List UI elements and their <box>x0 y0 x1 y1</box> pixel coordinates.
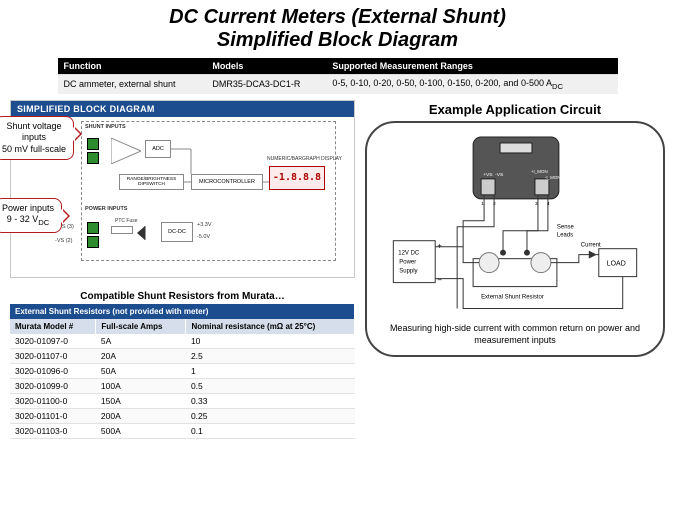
spec-h1: Function <box>58 58 207 75</box>
port-vs <box>87 222 99 234</box>
svg-text:2: 2 <box>493 201 496 207</box>
svg-text:Leads: Leads <box>557 233 573 239</box>
block-mcu: MICROCONTROLLER <box>191 174 263 190</box>
block-ptc <box>111 226 133 234</box>
page-title-2: Simplified Block Diagram <box>217 29 458 51</box>
label-shunt-inputs: SHUNT INPUTS <box>85 124 126 130</box>
callout-shunt: Shunt voltageinputs50 mV full-scale <box>0 116 74 160</box>
svg-text:−: − <box>437 275 442 284</box>
svg-text:+VS: +VS <box>483 172 493 178</box>
block-dip: RANGE/BRIGHTNESS DIPSWITCH <box>119 174 184 190</box>
shunt-table-caption: Compatible Shunt Resistors from Murata… <box>10 288 355 304</box>
spec-range: 0-5, 0-10, 0-20, 0-50, 0-100, 0-150, 0-2… <box>326 75 617 94</box>
block-dcdc: DC-DC <box>161 222 193 242</box>
shunt-th-res: Nominal resistance (mΩ at 25°C) <box>186 319 355 334</box>
shunt-th-title: External Shunt Resistors (not provided w… <box>10 304 355 319</box>
table-row: 3020-01097-05A10 <box>10 334 355 349</box>
spec-h3: Supported Measurement Ranges <box>326 58 617 75</box>
svg-text:Current: Current <box>581 242 601 248</box>
svg-text:Sense: Sense <box>557 225 575 231</box>
svg-text:4: 4 <box>547 201 550 207</box>
callout-power: Power inputs9 - 32 VDC <box>0 198 62 233</box>
shunt-th-amps: Full-scale Amps <box>96 319 186 334</box>
label-33v: +3.3V <box>197 222 212 228</box>
table-row: 3020-01103-0500A0.1 <box>10 423 355 438</box>
svg-text:-VS: -VS <box>495 172 504 178</box>
table-row: 3020-01107-020A2.5 <box>10 348 355 363</box>
app-circuit-title: Example Application Circuit <box>365 100 665 121</box>
shunt-th-model: Murata Model # <box>10 319 96 334</box>
block-adc: ADC <box>145 140 171 158</box>
label-display: NUMERIC/BARGRAPH DISPLAY <box>267 156 342 162</box>
port-imon-neg <box>87 152 99 164</box>
page-title-1: DC Current Meters (External Shunt) <box>169 6 506 28</box>
svg-text:-I_MON: -I_MON <box>545 175 561 180</box>
app-circuit-frame: +VS -VS +I_MON -I_MON 12 34 12V DC Power… <box>365 121 665 357</box>
label-power-inputs: POWER INPUTS <box>85 206 127 212</box>
label-50v: -5.0V <box>197 234 210 240</box>
svg-text:+: + <box>437 241 442 250</box>
port-vs-neg <box>87 236 99 248</box>
shunt-table: External Shunt Resistors (not provided w… <box>10 304 355 439</box>
app-circuit-caption: Measuring high-side current with common … <box>377 320 653 349</box>
table-row: 3020-01099-0100A0.5 <box>10 378 355 393</box>
block-diagram-heading: SIMPLIFIED BLOCK DIAGRAM <box>11 101 354 117</box>
svg-text:12V DC: 12V DC <box>398 250 420 256</box>
block-display: -1.8.8.8 <box>269 166 325 190</box>
svg-text:Supply: Supply <box>399 268 417 274</box>
table-row: 3020-01100-0150A0.33 <box>10 393 355 408</box>
svg-text:External Shunt Resistor: External Shunt Resistor <box>481 294 544 300</box>
spec-table: Function Models Supported Measurement Ra… <box>58 58 618 94</box>
table-row: 3020-01101-0200A0.25 <box>10 408 355 423</box>
label-vs2: -VS (2) <box>55 238 72 244</box>
spec-h2: Models <box>206 58 326 75</box>
label-ptc: PTC Fuse <box>115 218 138 224</box>
svg-text:+I_MON: +I_MON <box>531 169 548 174</box>
svg-text:LOAD: LOAD <box>607 260 626 267</box>
svg-text:Power: Power <box>399 259 416 265</box>
spec-func: DC ammeter, external shunt <box>58 75 207 94</box>
spec-model: DMR35-DCA3-DC1-R <box>206 75 326 94</box>
table-row: 3020-01096-050A1 <box>10 363 355 378</box>
